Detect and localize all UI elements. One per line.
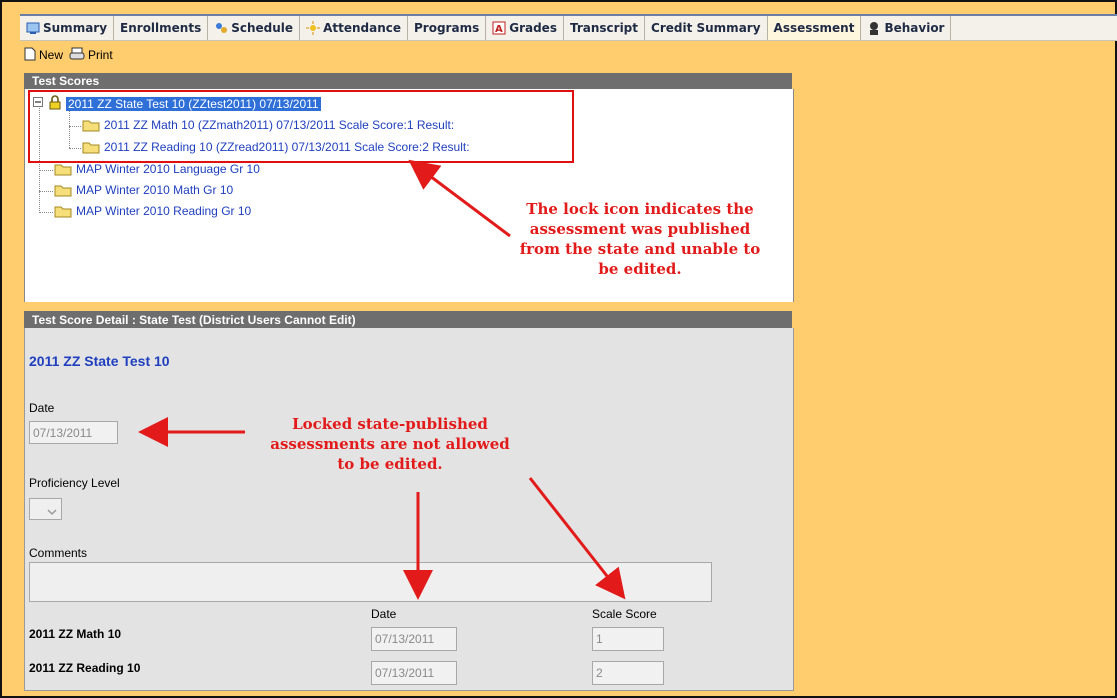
row-score-math[interactable]: 1 — [592, 627, 664, 651]
tab-enrollments[interactable]: Enrollments — [114, 16, 209, 40]
tab-label: Schedule — [231, 21, 294, 35]
tab-programs[interactable]: Programs — [408, 16, 487, 40]
detail-header: Test Score Detail : State Test (District… — [24, 311, 792, 329]
tab-assessment[interactable]: Assessment — [767, 16, 862, 40]
tab-label: Transcript — [569, 21, 639, 35]
folder-icon — [54, 205, 72, 218]
tab-grades[interactable]: A Grades — [486, 16, 564, 40]
new-label: New — [39, 48, 64, 62]
row-name-reading: 2011 ZZ Reading 10 — [29, 661, 141, 675]
test-scores-header: Test Scores — [24, 73, 792, 89]
tree-item-label: MAP Winter 2010 Reading Gr 10 — [76, 204, 252, 218]
printer-icon — [69, 47, 85, 64]
tab-behavior[interactable]: Behavior — [861, 16, 952, 40]
tab-label: Grades — [509, 21, 557, 35]
lock-highlight-box — [28, 90, 574, 163]
annotation-line: from the state and unable to — [519, 240, 761, 258]
print-button[interactable]: Print — [69, 47, 113, 64]
tree-item-map-language[interactable]: MAP Winter 2010 Language Gr 10 — [54, 162, 260, 176]
date-label: Date — [29, 401, 55, 415]
date-field[interactable]: 07/13/2011 — [29, 421, 118, 444]
tab-credit-summary[interactable]: Credit Summary — [645, 16, 768, 40]
annotation-line: be edited. — [598, 260, 682, 278]
tree-item-label: MAP Winter 2010 Language Gr 10 — [76, 162, 260, 176]
tab-schedule[interactable]: Schedule — [208, 16, 301, 40]
proficiency-label: Proficiency Level — [29, 476, 120, 490]
lock-annotation: The lock icon indicates the assessment w… — [495, 199, 785, 279]
annotation-line: assessment was published — [529, 220, 751, 238]
tab-bar: Summary Enrollments Schedule Attendance … — [20, 14, 1117, 41]
folder-icon — [54, 184, 72, 197]
tab-label: Credit Summary — [651, 21, 761, 35]
annotation-line: to be edited. — [337, 455, 443, 473]
tree-item-label: MAP Winter 2010 Math Gr 10 — [76, 183, 234, 197]
schedule-icon — [214, 21, 228, 35]
tab-label: Summary — [43, 21, 108, 35]
comments-label: Comments — [29, 546, 88, 560]
behavior-icon — [867, 21, 881, 35]
annotation-line: The lock icon indicates the — [526, 200, 754, 218]
tab-label: Behavior — [884, 21, 945, 35]
row-name-math: 2011 ZZ Math 10 — [29, 627, 122, 641]
row-date-reading[interactable]: 07/13/2011 — [371, 661, 457, 685]
folder-icon — [54, 163, 72, 176]
row-date-math[interactable]: 07/13/2011 — [371, 627, 457, 651]
tab-label: Enrollments — [120, 21, 202, 35]
tab-label: Programs — [414, 21, 480, 35]
attendance-icon — [306, 21, 321, 35]
new-document-icon — [24, 47, 36, 64]
tab-attendance[interactable]: Attendance — [300, 16, 408, 40]
grades-icon: A — [492, 21, 506, 35]
annotation-line: assessments are not allowed — [270, 435, 510, 453]
tab-label: Attendance — [323, 21, 401, 35]
new-button[interactable]: New — [24, 47, 63, 64]
detail-title: 2011 ZZ State Test 10 — [29, 353, 170, 369]
column-scale-score-label: Scale Score — [592, 607, 657, 621]
svg-text:A: A — [495, 24, 503, 35]
proficiency-select[interactable] — [29, 498, 62, 520]
tree-item-map-math[interactable]: MAP Winter 2010 Math Gr 10 — [54, 183, 233, 197]
row-score-reading[interactable]: 2 — [592, 661, 664, 685]
column-date-label: Date — [371, 607, 397, 621]
tab-label: Assessment — [773, 21, 855, 35]
tree-item-map-reading[interactable]: MAP Winter 2010 Reading Gr 10 — [54, 204, 251, 218]
print-label: Print — [88, 48, 113, 62]
annotation-line: Locked state-published — [292, 415, 488, 433]
tab-summary[interactable]: Summary — [20, 16, 115, 40]
edit-annotation: Locked state-published assessments are n… — [245, 414, 535, 474]
toolbar: New Print — [24, 40, 113, 70]
summary-icon — [26, 21, 40, 35]
comments-field[interactable] — [29, 562, 712, 602]
chevron-down-icon — [46, 505, 58, 519]
tab-transcript[interactable]: Transcript — [564, 16, 646, 40]
